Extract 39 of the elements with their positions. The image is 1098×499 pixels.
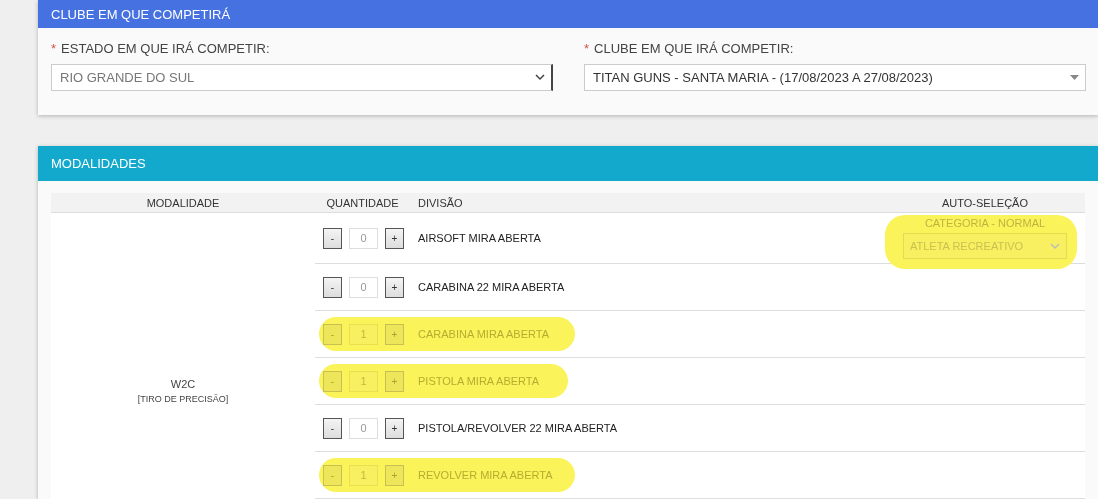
column-header: DIVISÃO — [418, 196, 463, 209]
decrement-button[interactable]: - — [323, 417, 342, 439]
quantity-field[interactable]: 0 — [349, 417, 378, 439]
decrement-button[interactable]: - — [323, 370, 342, 392]
chevron-down-icon — [535, 74, 545, 81]
column-header: MODALIDADE — [146, 196, 220, 209]
increment-button[interactable]: + — [385, 370, 404, 392]
modality-name: W2C — [170, 378, 196, 390]
field-label: CLUBE EM QUE IRÁ COMPETIR: — [594, 41, 794, 56]
division-label: CARABINA 22 MIRA ABERTA — [417, 281, 566, 293]
required-mark: * — [584, 41, 590, 56]
increment-button[interactable]: + — [385, 417, 404, 439]
quantity-field[interactable]: 0 — [349, 276, 378, 298]
select-field[interactable]: RIO GRANDE DO SUL — [51, 64, 553, 91]
field-label: ESTADO EM QUE IRÁ COMPETIR: — [61, 41, 270, 56]
division-label: CARABINA MIRA ABERTA — [417, 328, 551, 340]
column-header: AUTO-SELEÇÃO — [942, 196, 1028, 209]
increment-button[interactable]: + — [385, 227, 404, 249]
division-label: PISTOLA/REVOLVER 22 MIRA ABERTA — [417, 422, 619, 434]
quantity-field[interactable]: 0 — [349, 227, 378, 249]
category-label: CATEGORIA - NORMAL — [924, 217, 1046, 229]
panel-title: CLUBE EM QUE COMPETIRÁ — [51, 6, 231, 22]
division-label: AIRSOFT MIRA ABERTA — [417, 232, 542, 244]
panel-title: MODALIDADES — [51, 156, 146, 171]
increment-button[interactable]: + — [385, 276, 404, 298]
select-field[interactable]: TITAN GUNS - SANTA MARIA - (17/08/2023 A 27/08/2023) — [584, 64, 1086, 91]
required-mark: * — [51, 41, 57, 56]
division-label: PISTOLA MIRA ABERTA — [417, 375, 541, 387]
modality-type: [TIRO DE PRECISÃO] — [137, 394, 229, 404]
decrement-button[interactable]: - — [323, 227, 342, 249]
caret-down-icon — [1070, 75, 1079, 80]
decrement-button[interactable]: - — [323, 323, 342, 345]
increment-button[interactable]: + — [385, 464, 404, 486]
increment-button[interactable]: + — [385, 323, 404, 345]
decrement-button[interactable]: - — [323, 276, 342, 298]
chevron-down-icon — [1050, 242, 1060, 250]
division-label: REVOLVER MIRA ABERTA — [417, 469, 554, 481]
column-header: QUANTIDADE — [326, 196, 399, 209]
decrement-button[interactable]: - — [323, 464, 342, 486]
